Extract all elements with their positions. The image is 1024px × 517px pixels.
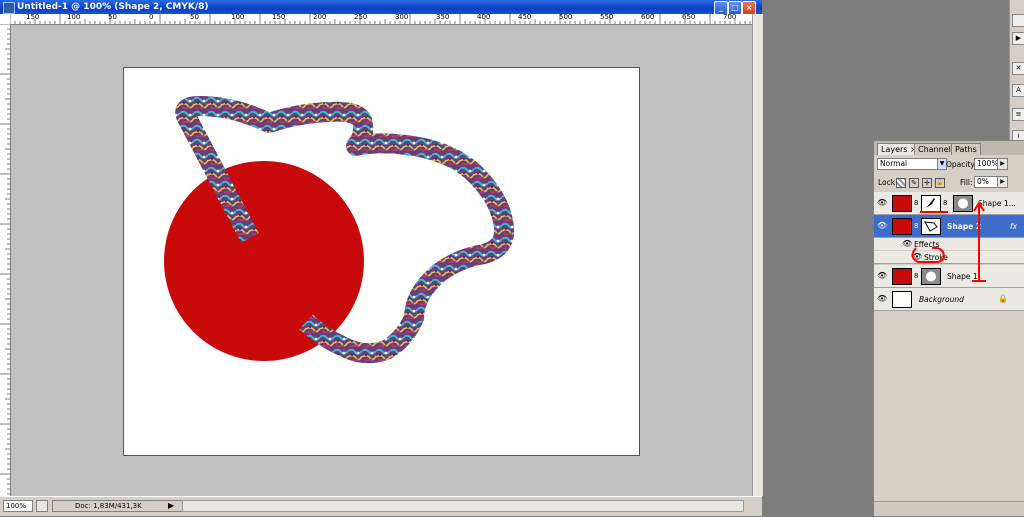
layer-row[interactable]: 👁 8 Shape 1 [874, 265, 1024, 288]
layer-name[interactable]: Shape 2 [947, 222, 981, 231]
eye-icon[interactable]: 👁 [912, 252, 922, 262]
fill-slider-button[interactable]: ▶ [997, 176, 1008, 188]
layer-thumbnail [892, 218, 912, 235]
eye-icon[interactable]: 👁 [877, 221, 887, 231]
horizontal-scrollbar[interactable] [182, 500, 744, 512]
shape-icon [924, 221, 938, 232]
status-menu-arrow-icon[interactable]: ▶ [168, 501, 174, 510]
eye-icon[interactable]: 👁 [877, 271, 887, 281]
link-icon[interactable]: 8 [914, 272, 918, 280]
artwork [164, 96, 515, 364]
document-window: Untitled-1 @ 100% (Shape 2, CMYK/8) _ □ … [0, 0, 763, 516]
canvas-area[interactable] [11, 25, 752, 496]
vertical-scrollbar[interactable] [752, 14, 763, 496]
layer-name[interactable]: Shape 1... [978, 199, 1016, 208]
status-icon[interactable] [36, 500, 48, 512]
fx-icon[interactable]: fx [1010, 222, 1017, 231]
vertical-ruler-ticks [0, 24, 10, 495]
layer-name[interactable]: Shape 1 [947, 272, 978, 281]
brush-icon [926, 198, 935, 208]
ruler-label: 500 [559, 14, 573, 21]
window-title: Untitled-1 @ 100% (Shape 2, CMYK/8) [17, 2, 209, 12]
lock-icon: 🔒 [998, 294, 1008, 303]
maximize-button[interactable]: □ [728, 1, 742, 15]
ruler-label: 600 [641, 14, 655, 21]
ruler-label: 200 [313, 14, 327, 21]
ruler-label: 0 [149, 14, 154, 21]
ruler-label: 50 [190, 14, 199, 21]
ruler-label: 700 [723, 14, 737, 21]
layers-panel: Layers × Channels Paths Normal ▼ Opacity… [873, 140, 1024, 517]
link-icon[interactable]: 8 [914, 199, 918, 207]
layer-comps-icon[interactable]: ≡ [1012, 108, 1024, 121]
vector-mask-thumbnail[interactable] [921, 268, 941, 285]
vector-mask-thumbnail[interactable] [953, 195, 973, 212]
layer-thumbnail [892, 291, 912, 308]
eye-icon[interactable]: 👁 [877, 198, 887, 208]
play-action-icon[interactable]: ▶ [1012, 32, 1024, 45]
tab-paths[interactable]: Paths [951, 143, 981, 155]
layer-name[interactable]: Background [919, 295, 964, 304]
link-icon[interactable]: 8 [914, 222, 918, 230]
panel-bottom-bar [874, 501, 1024, 516]
layer-row[interactable]: 👁 8 8 Shape 1... [874, 192, 1024, 215]
circle-icon [958, 198, 968, 209]
layer-row-background[interactable]: 👁 Background 🔒 [874, 288, 1024, 311]
ruler-label: 50 [108, 14, 117, 21]
character-icon[interactable]: A [1012, 84, 1024, 97]
lock-label: Lock: [878, 178, 898, 187]
ruler-label: 100 [67, 14, 81, 21]
lock-all-icon[interactable]: 🔒 [935, 178, 945, 188]
eye-icon[interactable]: 👁 [902, 239, 912, 249]
ruler-label: 250 [354, 14, 368, 21]
vertical-ruler[interactable] [0, 24, 11, 496]
fill-label: Fill: [960, 178, 973, 187]
horizontal-ruler[interactable]: 150 100 50 0 50 100 150 200 250 300 350 400 450 500 55… [10, 14, 752, 25]
minimize-button[interactable]: _ [714, 1, 728, 15]
close-button[interactable]: × [742, 1, 756, 15]
doc-size-info: Doc: 1,83M/431,3K [52, 500, 184, 512]
status-bar: 100% Doc: 1,83M/431,3K ▶ [0, 496, 762, 516]
vector-mask-thumbnail[interactable] [921, 218, 941, 235]
circle-icon [926, 271, 936, 282]
ruler-label: 450 [518, 14, 532, 21]
opacity-slider-button[interactable]: ▶ [997, 158, 1008, 170]
stroke-effect-label[interactable]: Stroke [924, 253, 948, 262]
opacity-label: Opacity: [946, 160, 977, 169]
lock-position-icon[interactable]: ✛ [922, 178, 932, 188]
document-canvas[interactable] [123, 67, 640, 456]
panel-dock-strip: ▶ ✕ A ≡ i [1009, 0, 1024, 160]
blend-mode-select[interactable]: Normal ▼ [877, 158, 947, 170]
ruler-label: 150 [26, 14, 40, 21]
layer-row-selected[interactable]: 👁 8 Shape 2 fx [874, 215, 1024, 238]
layer-thumbnail [892, 195, 912, 212]
ruler-label: 100 [231, 14, 245, 21]
ruler-label: 350 [436, 14, 450, 21]
ruler-label: 650 [682, 14, 696, 21]
zoom-field[interactable]: 100% [3, 500, 33, 512]
effects-label: Effects [914, 240, 940, 249]
blend-mode-value: Normal [880, 159, 908, 168]
effects-row[interactable]: 👁 Effects [874, 238, 1024, 250]
link-icon[interactable]: 8 [943, 199, 947, 207]
title-bar[interactable]: Untitled-1 @ 100% (Shape 2, CMYK/8) _ □ … [0, 0, 762, 15]
ruler-label: 150 [272, 14, 286, 21]
lock-image-icon[interactable]: ✎ [909, 178, 919, 188]
lock-transparency-icon[interactable] [896, 178, 906, 188]
dock-panel-icon[interactable] [1012, 14, 1024, 27]
ruler-label: 400 [477, 14, 491, 21]
panel-tabs: Layers × Channels Paths [874, 141, 1024, 155]
stroke-effect-row[interactable]: 👁 Stroke [874, 251, 1024, 264]
ruler-label: 300 [395, 14, 409, 21]
chevron-down-icon: ▼ [937, 159, 946, 169]
eye-icon[interactable]: 👁 [877, 294, 887, 304]
photoshop-app-icon [3, 2, 15, 14]
brush-mask-thumbnail[interactable] [921, 195, 941, 212]
tools-icon[interactable]: ✕ [1012, 62, 1024, 75]
ruler-label: 550 [600, 14, 614, 21]
layer-thumbnail [892, 268, 912, 285]
